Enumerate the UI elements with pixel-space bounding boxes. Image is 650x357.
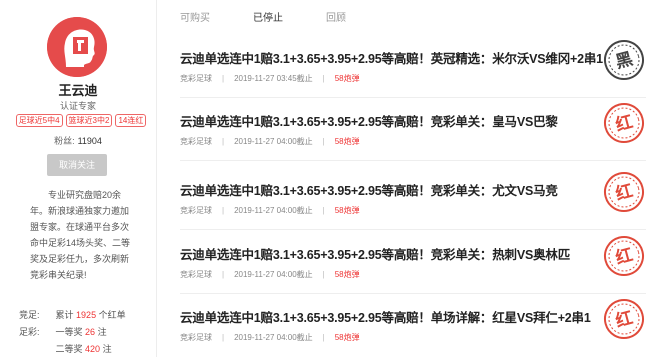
plan-title[interactable]: 云迪单选连中1赔3.1+3.65+3.95+2.95等高赔！竞彩单关：皇马VS巴… xyxy=(180,111,558,130)
separator: | xyxy=(322,206,325,215)
record-tag: 篮球近3中2 xyxy=(65,114,113,127)
plan-deadline: 2019-11-27 04:00截止 xyxy=(234,206,313,215)
result-stamp-icon: 红 xyxy=(602,101,646,145)
separator: | xyxy=(222,74,225,83)
stat-row: 二等奖 420 注 xyxy=(19,341,126,357)
stat-suffix: 个红单 xyxy=(98,310,126,320)
plan-deadline: 2019-11-27 04:00截止 xyxy=(234,333,313,342)
stat-suffix: 注 xyxy=(97,327,107,337)
stat-prefix: 一等奖 xyxy=(55,327,83,337)
separator: | xyxy=(222,206,225,215)
fans-label: 粉丝: xyxy=(54,136,75,146)
record-tag: 足球近5中4 xyxy=(15,114,63,127)
tab-stopped[interactable]: 已停止 xyxy=(253,9,326,24)
plan-meta: 竞彩足球 | 2019-11-27 04:00截止 | 58炮弹 xyxy=(180,205,360,216)
stat-row: 足彩: 一等奖 26 注 xyxy=(19,324,126,341)
stamp-text: 红 xyxy=(613,111,635,136)
tab-review[interactable]: 回顾 xyxy=(326,9,399,24)
plan-deadline: 2019-11-27 03:45截止 xyxy=(234,74,313,83)
expert-stats: 竞足: 累计 1925 个红单 足彩: 一等奖 26 注 二等奖 420 注 xyxy=(19,307,126,357)
unfollow-button[interactable]: 取消关注 xyxy=(47,154,107,176)
plan-title[interactable]: 云迪单选连中1赔3.1+3.65+3.95+2.95等高赔！竞彩单关：尤文VS马… xyxy=(180,180,558,199)
plan-item[interactable]: 云迪单选连中1赔3.1+3.65+3.95+2.95等高赔！英冠精选：米尔沃VS… xyxy=(180,40,646,98)
separator: | xyxy=(222,137,225,146)
separator: | xyxy=(322,333,325,342)
result-stamp-icon: 红 xyxy=(602,234,646,278)
fans-count: 粉丝: 11904 xyxy=(0,134,156,147)
expert-role: 认证专家 xyxy=(59,101,96,111)
plan-meta: 竞彩足球 | 2019-11-27 04:00截止 | 58炮弹 xyxy=(180,136,360,147)
stat-prefix: 累计 xyxy=(55,310,74,320)
plan-category: 竞彩足球 xyxy=(180,333,212,342)
plan-category: 竞彩足球 xyxy=(180,270,212,279)
stamp-seal: 红 xyxy=(604,172,644,212)
plan-category: 竞彩足球 xyxy=(180,206,212,215)
stat-value: 1925 xyxy=(76,310,97,320)
divider xyxy=(180,97,646,98)
plan-meta: 竞彩足球 | 2019-11-27 04:00截止 | 58炮弹 xyxy=(180,269,360,280)
stamp-seal: 红 xyxy=(604,299,644,339)
stamp-text: 红 xyxy=(613,307,635,332)
stat-prefix: 二等奖 xyxy=(55,344,83,354)
result-stamp-icon: 黑 xyxy=(602,38,646,82)
stat-value: 26 xyxy=(85,327,96,337)
separator: | xyxy=(322,74,325,83)
plan-price: 58炮弹 xyxy=(334,333,360,342)
stamp-seal: 黑 xyxy=(604,40,644,80)
plan-price: 58炮弹 xyxy=(334,206,360,215)
plan-item[interactable]: 云迪单选连中1赔3.1+3.65+3.95+2.95等高赔！竞彩单关：尤文VS马… xyxy=(180,172,646,230)
record-tag: 14连红 xyxy=(115,114,147,127)
divider xyxy=(180,160,646,161)
plan-list-panel: 可购买 已停止 回顾 云迪单选连中1赔3.1+3.65+3.95+2.95等高赔… xyxy=(157,0,650,357)
record-tags: 足球近5中4 篮球近3中2 14连红 xyxy=(6,114,156,127)
plan-category: 竞彩足球 xyxy=(180,137,212,146)
result-stamp-icon: 红 xyxy=(602,297,646,341)
fans-value: 11904 xyxy=(77,136,102,146)
separator: | xyxy=(222,270,225,279)
avatar[interactable] xyxy=(47,17,107,77)
stamp-text: 黑 xyxy=(613,49,635,73)
tab-available[interactable]: 可购买 xyxy=(180,9,253,24)
plan-title[interactable]: 云迪单选连中1赔3.1+3.65+3.95+2.95等高赔！单场详解：红星VS拜… xyxy=(180,307,591,326)
stamp-text: 红 xyxy=(613,180,635,205)
divider xyxy=(180,293,646,294)
plan-item[interactable]: 云迪单选连中1赔3.1+3.65+3.95+2.95等高赔！单场详解：红星VS拜… xyxy=(180,299,646,357)
plan-title[interactable]: 云迪单选连中1赔3.1+3.65+3.95+2.95等高赔！英冠精选：米尔沃VS… xyxy=(180,48,603,67)
stamp-seal: 红 xyxy=(604,103,644,143)
plan-deadline: 2019-11-27 04:00截止 xyxy=(234,137,313,146)
separator: | xyxy=(322,270,325,279)
plan-price: 58炮弹 xyxy=(334,74,360,83)
separator: | xyxy=(222,333,225,342)
plan-meta: 竞彩足球 | 2019-11-27 03:45截止 | 58炮弹 xyxy=(180,73,360,84)
expert-profile-panel: 王云迪 认证专家 足球近5中4 篮球近3中2 14连红 粉丝: 11904 取消关… xyxy=(0,0,156,357)
plan-item[interactable]: 云迪单选连中1赔3.1+3.65+3.95+2.95等高赔！竞彩单关：热刺VS奥… xyxy=(180,236,646,294)
plan-price: 58炮弹 xyxy=(334,137,360,146)
stat-row: 竞足: 累计 1925 个红单 xyxy=(19,307,126,324)
status-tabs: 可购买 已停止 回顾 xyxy=(180,9,399,24)
plan-category: 竞彩足球 xyxy=(180,74,212,83)
plan-title[interactable]: 云迪单选连中1赔3.1+3.65+3.95+2.95等高赔！竞彩单关：热刺VS奥… xyxy=(180,244,570,263)
result-stamp-icon: 红 xyxy=(602,170,646,214)
stat-value: 420 xyxy=(85,344,101,354)
stamp-text: 红 xyxy=(613,244,635,269)
plan-deadline: 2019-11-27 04:00截止 xyxy=(234,270,313,279)
stat-suffix: 注 xyxy=(102,344,112,354)
divider xyxy=(180,229,646,230)
stat-label: 足彩: xyxy=(19,327,40,337)
separator: | xyxy=(322,137,325,146)
plan-meta: 竞彩足球 | 2019-11-27 04:00截止 | 58炮弹 xyxy=(180,332,360,343)
expert-name: 王云迪 xyxy=(58,83,98,98)
expert-bio: 专业研究盘赔20余年。新浪球通独家力邀加盟专家。在球通平台多次命中足彩14场头奖… xyxy=(30,190,131,280)
stat-label: 竞足: xyxy=(19,310,40,320)
stamp-seal: 红 xyxy=(604,236,644,276)
plan-item[interactable]: 云迪单选连中1赔3.1+3.65+3.95+2.95等高赔！竞彩单关：皇马VS巴… xyxy=(180,103,646,161)
avatar-logo-icon xyxy=(47,17,107,77)
plan-price: 58炮弹 xyxy=(334,270,360,279)
